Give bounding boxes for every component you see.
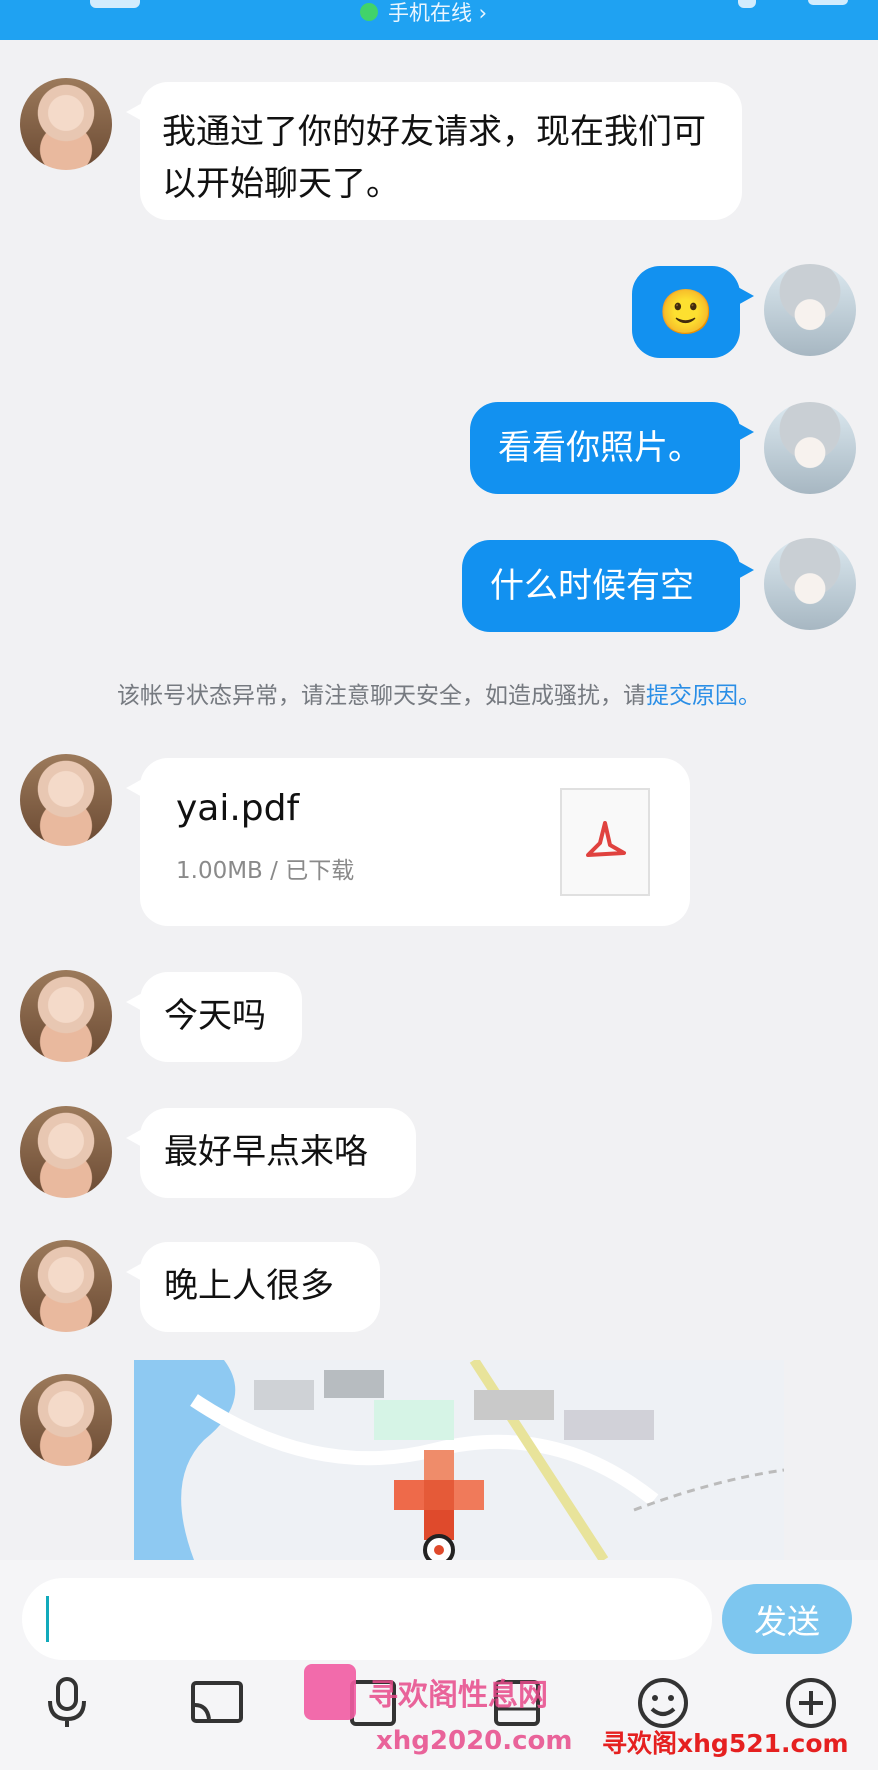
message-bubble-incoming[interactable]: 今天吗 xyxy=(126,972,302,1062)
message-text: 什么时候有空 xyxy=(490,566,694,606)
plus-icon[interactable] xyxy=(784,1676,838,1730)
file-message-card[interactable]: yai.pdf 1.00MB / 已下载 xyxy=(126,758,690,926)
mic-icon[interactable] xyxy=(40,1676,94,1730)
message-bubble-outgoing[interactable]: 看看你照片。 xyxy=(470,402,754,494)
my-avatar[interactable] xyxy=(764,264,856,356)
message-text: 最好早点来咯 xyxy=(164,1132,368,1172)
contact-avatar[interactable] xyxy=(20,970,112,1062)
smile-emoji-icon: 🙂 xyxy=(658,287,714,338)
location-map-card[interactable] xyxy=(134,1360,784,1560)
text-caret xyxy=(46,1596,49,1642)
call-icon[interactable] xyxy=(738,0,756,8)
submit-reason-link[interactable]: 提交原因。 xyxy=(646,683,761,709)
emoji-icon[interactable] xyxy=(636,1676,690,1730)
online-status[interactable]: 手机在线 › xyxy=(360,0,488,25)
online-status-text: 手机在线 › xyxy=(388,1,488,25)
online-dot-icon xyxy=(360,3,378,21)
top-bar: 手机在线 › xyxy=(0,0,878,40)
message-text: 今天吗 xyxy=(164,996,266,1036)
send-button[interactable]: 发送 xyxy=(722,1584,852,1654)
message-text: 看看你照片。 xyxy=(498,428,702,468)
map-image xyxy=(134,1360,784,1560)
message-text: 晚上人很多 xyxy=(164,1266,334,1306)
watermark-text: 寻欢阁性息网 xyxy=(368,1678,548,1713)
menu-icon[interactable] xyxy=(808,0,848,5)
message-text: 我通过了你的好友请求，现在我们可以开始聊天了。 xyxy=(162,112,706,204)
my-avatar[interactable] xyxy=(764,538,856,630)
my-avatar[interactable] xyxy=(764,402,856,494)
contact-avatar[interactable] xyxy=(20,1240,112,1332)
message-bubble-incoming[interactable]: 我通过了你的好友请求，现在我们可以开始聊天了。 xyxy=(126,82,742,220)
back-icon[interactable] xyxy=(90,0,140,8)
message-bubble-incoming[interactable]: 晚上人很多 xyxy=(126,1242,380,1332)
contact-avatar[interactable] xyxy=(20,1374,112,1466)
contact-avatar[interactable] xyxy=(20,78,112,170)
watermark-site: 寻欢阁xhg521.com xyxy=(602,1729,849,1758)
screen-share-icon[interactable] xyxy=(190,1676,244,1730)
message-input[interactable] xyxy=(22,1578,712,1660)
watermark-logo xyxy=(304,1664,356,1720)
system-notice-text: 该帐号状态异常，请注意聊天安全，如造成骚扰，请 xyxy=(117,683,646,709)
contact-avatar[interactable] xyxy=(20,1106,112,1198)
watermark-url: xhg2020.com xyxy=(376,1726,573,1756)
message-bubble-outgoing[interactable]: 什么时候有空 xyxy=(462,540,754,632)
message-bubble-incoming[interactable]: 最好早点来咯 xyxy=(126,1108,416,1198)
system-notice: 该帐号状态异常，请注意聊天安全，如造成骚扰，请提交原因。 xyxy=(0,676,878,710)
pdf-file-icon xyxy=(560,788,650,896)
contact-avatar[interactable] xyxy=(20,754,112,846)
message-bubble-outgoing[interactable]: 🙂 xyxy=(632,266,754,358)
